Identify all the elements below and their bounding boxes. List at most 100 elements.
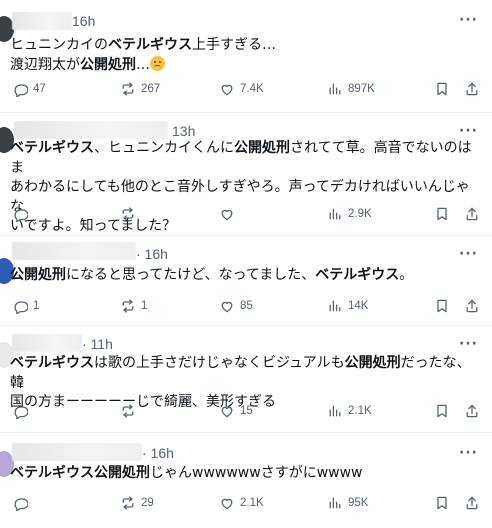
post-text-segment: 。 bbox=[399, 267, 414, 283]
post-actions: 29 2.1K 95K bbox=[12, 494, 482, 512]
views-count: 2.1K bbox=[348, 405, 372, 417]
share-button[interactable] bbox=[464, 297, 480, 315]
repost-button[interactable] bbox=[120, 402, 141, 420]
reply-button[interactable] bbox=[12, 494, 33, 512]
reply-icon bbox=[14, 84, 28, 97]
post-time[interactable]: · 11h bbox=[82, 336, 113, 352]
post[interactable]: · 16h ··· ベテルギウス公開処刑じゃんwwwwwwさすがにwwww 29… bbox=[0, 433, 492, 528]
post-text-segment: ヒュニンカイの bbox=[10, 37, 108, 53]
bookmark-button[interactable] bbox=[434, 80, 450, 98]
like-button[interactable]: 85 bbox=[219, 297, 253, 315]
more-options-button[interactable]: ··· bbox=[459, 12, 478, 28]
post[interactable]: 13h ··· ベテルギウス、ヒュニンカイくんに公開処刑されてて草。高音でないの… bbox=[0, 113, 492, 236]
views-button[interactable]: 95K bbox=[327, 494, 368, 512]
views-button[interactable]: 2.9K bbox=[327, 205, 372, 223]
post-text-segment: 上手すぎる… bbox=[192, 37, 276, 53]
repost-icon bbox=[122, 299, 134, 313]
like-button[interactable]: 15 bbox=[219, 402, 253, 420]
repost-count: 29 bbox=[141, 497, 154, 509]
highlighted-keyword: ベテルギウス bbox=[315, 267, 400, 283]
views-button[interactable]: 897K bbox=[327, 80, 375, 98]
post-text-segment: は歌の上手さだけじゃなくビジュアルも bbox=[94, 355, 345, 371]
repost-button[interactable]: 267 bbox=[120, 80, 160, 98]
post-time[interactable]: · 16h bbox=[136, 246, 168, 262]
highlighted-keyword: 公開処刑 bbox=[94, 465, 150, 481]
bookmark-button[interactable] bbox=[434, 402, 450, 420]
views-icon bbox=[329, 405, 341, 417]
repost-icon bbox=[122, 404, 134, 418]
like-icon bbox=[221, 301, 233, 313]
reply-button[interactable]: 1 bbox=[12, 297, 39, 315]
post[interactable]: · 16h ··· 公開処刑になると思ってたけど、なってました、ベテルギウス。 … bbox=[0, 236, 492, 326]
views-icon bbox=[329, 208, 341, 220]
like-icon bbox=[221, 406, 233, 418]
post[interactable]: 16h ··· ヒュニンカイのベテルギウス上手すぎる… 渡辺翔太が公開処刑… 47… bbox=[0, 0, 492, 113]
post-text: ベテルギウス公開処刑じゃんwwwwwwさすがにwwww bbox=[10, 464, 480, 484]
more-options-button[interactable]: ··· bbox=[459, 123, 478, 139]
post-actions: 2.9K bbox=[12, 205, 482, 223]
repost-button[interactable]: 29 bbox=[120, 494, 154, 512]
repost-button[interactable]: 1 bbox=[120, 297, 147, 315]
post-time[interactable]: · 16h bbox=[142, 445, 174, 461]
more-options-button[interactable]: ··· bbox=[459, 445, 478, 461]
like-icon bbox=[221, 84, 233, 96]
share-button[interactable] bbox=[464, 80, 480, 98]
more-options-button[interactable]: ··· bbox=[459, 336, 478, 352]
more-options-button[interactable]: ··· bbox=[459, 246, 478, 262]
username-redacted[interactable] bbox=[12, 242, 136, 260]
bookmark-icon bbox=[437, 207, 447, 221]
share-button[interactable] bbox=[464, 402, 480, 420]
views-count: 897K bbox=[348, 83, 375, 95]
bookmark-button[interactable] bbox=[434, 297, 450, 315]
share-icon bbox=[466, 207, 478, 221]
timeline-feed: 16h ··· ヒュニンカイのベテルギウス上手すぎる… 渡辺翔太が公開処刑… 47… bbox=[0, 0, 492, 528]
reply-button[interactable] bbox=[12, 402, 33, 420]
post-text-segment: 、ヒュニンカイくんに bbox=[94, 140, 234, 156]
disappointed-face-icon bbox=[150, 55, 165, 71]
post-time[interactable]: 13h bbox=[172, 123, 195, 139]
username-redacted[interactable] bbox=[14, 121, 168, 139]
bookmark-button[interactable] bbox=[434, 205, 450, 223]
share-icon bbox=[466, 404, 478, 418]
like-button[interactable]: 7.4K bbox=[219, 80, 264, 98]
bookmark-icon bbox=[437, 82, 447, 96]
post-text-segment: じゃんwwwwwwさすがにwwww bbox=[150, 465, 363, 481]
repost-icon bbox=[122, 496, 134, 510]
username-redacted[interactable] bbox=[12, 443, 142, 461]
username-redacted[interactable] bbox=[12, 334, 82, 352]
views-icon bbox=[329, 83, 341, 95]
reply-button[interactable] bbox=[12, 205, 33, 223]
views-count: 2.9K bbox=[348, 208, 372, 220]
like-count: 15 bbox=[240, 405, 253, 417]
repost-button[interactable] bbox=[120, 205, 141, 223]
reply-button[interactable]: 47 bbox=[12, 80, 46, 98]
highlighted-keyword: ベテルギウス bbox=[108, 37, 192, 53]
repost-icon bbox=[122, 207, 134, 221]
post-text-segment: … bbox=[136, 56, 150, 73]
repost-count: 1 bbox=[141, 300, 148, 312]
share-button[interactable] bbox=[464, 494, 480, 512]
repost-count: 267 bbox=[141, 83, 161, 95]
highlighted-keyword: ベテルギウス bbox=[10, 355, 94, 371]
bookmark-icon bbox=[437, 404, 447, 418]
views-icon bbox=[329, 497, 341, 509]
reply-icon bbox=[14, 301, 28, 314]
share-button[interactable] bbox=[464, 205, 480, 223]
views-button[interactable]: 2.1K bbox=[327, 402, 372, 420]
post-text-segment: になると思ってたけど、なってました、 bbox=[66, 267, 316, 283]
highlighted-keyword: ベテルギウス bbox=[10, 140, 94, 156]
share-icon bbox=[466, 82, 478, 96]
post-time[interactable]: 16h bbox=[72, 13, 95, 29]
views-button[interactable]: 14K bbox=[327, 297, 368, 315]
bookmark-button[interactable] bbox=[434, 494, 450, 512]
reply-icon bbox=[14, 406, 28, 419]
post-text-segment: 渡辺翔太が bbox=[10, 56, 80, 73]
post-actions: 15 2.1K bbox=[12, 402, 482, 420]
like-button[interactable] bbox=[219, 205, 240, 223]
post-text: ヒュニンカイのベテルギウス上手すぎる… 渡辺翔太が公開処刑… bbox=[10, 36, 480, 75]
like-button[interactable]: 2.1K bbox=[219, 494, 264, 512]
post[interactable]: · 11h ··· ベテルギウスは歌の上手さだけじゃなくビジュアルも公開処刑だっ… bbox=[0, 326, 492, 433]
username-redacted[interactable] bbox=[12, 12, 72, 30]
post-text: 公開処刑になると思ってたけど、なってました、ベテルギウス。 bbox=[10, 266, 480, 286]
views-icon bbox=[329, 300, 341, 312]
